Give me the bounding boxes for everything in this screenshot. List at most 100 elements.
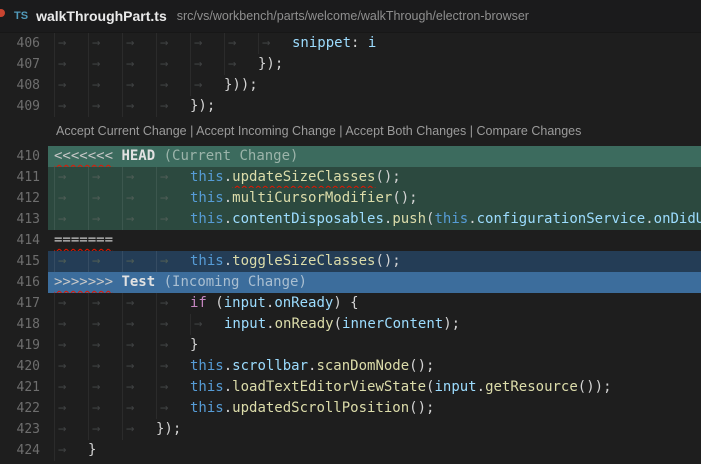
tab-whitespace-icon: → — [156, 54, 190, 75]
code-token: updatedScrollPosition — [232, 400, 410, 416]
tab-whitespace-icon: → — [122, 335, 156, 356]
tab-whitespace-icon: → — [54, 251, 88, 272]
code-line[interactable]: 410 <<<<<<< HEAD (Current Change) — [0, 146, 701, 167]
code-line-content[interactable]: → → → → → → → snippet: i — [48, 33, 701, 54]
code-line-content[interactable]: → → → → this. updateSizeClasses (); — [48, 167, 701, 188]
vscode-editor-window: TS walkThroughPart.ts src/vs/workbench/p… — [0, 0, 701, 464]
code-token: . — [476, 379, 486, 395]
editor-title-bar: TS walkThroughPart.ts src/vs/workbench/p… — [0, 0, 701, 33]
codelens-link-accept-both-changes[interactable]: Accept Both Changes — [345, 124, 466, 138]
code-line-content[interactable]: → → → → this. updatedScrollPosition (); — [48, 398, 701, 419]
tab-whitespace-icon: → — [156, 377, 190, 398]
code-line-content[interactable]: → → →}); — [48, 419, 701, 440]
tab-whitespace-icon: → — [258, 33, 292, 54]
code-token: Test — [121, 274, 156, 290]
tab-whitespace-icon: → — [54, 209, 88, 230]
code-token: this — [190, 358, 224, 374]
line-number: 412 — [16, 191, 40, 206]
code-line[interactable]: 421 → → → → this. loadTextEditorViewState(inpu… — [0, 377, 701, 398]
tab-whitespace-icon: → — [88, 75, 122, 96]
code-token: contentDisposables — [232, 211, 384, 227]
code-line-content[interactable]: → → → → this. multiCursorModifier (); — [48, 188, 701, 209]
code-line-content[interactable]: >>>>>>> Test (Incoming Change) — [48, 272, 701, 293]
code-line[interactable]: 415 → → → → this. toggleSizeClasses (); — [0, 251, 701, 272]
code-line[interactable]: 407 → → → → → →}); — [0, 54, 701, 75]
tab-whitespace-icon: → — [224, 33, 258, 54]
tab-whitespace-icon: → — [88, 188, 122, 209]
tab-whitespace-icon: → — [88, 335, 122, 356]
code-line-content[interactable]: →} — [48, 440, 701, 461]
file-path-breadcrumb: src/vs/workbench/parts/welcome/walkThrou… — [176, 9, 529, 23]
code-line[interactable]: 417 → → → → if (input. onReady) { — [0, 293, 701, 314]
codelens-link-accept-current-change[interactable]: Accept Current Change — [56, 124, 187, 138]
code-line-content[interactable]: → → → → →})); — [48, 75, 701, 96]
line-number: 414 — [16, 233, 40, 248]
code-line[interactable]: 408 → → → → →})); — [0, 75, 701, 96]
code-line[interactable]: 424 →} — [0, 440, 701, 461]
code-editor[interactable]: 406 → → → → → → → snippet: i 407 → → → → → →}); 408 → → → → →… — [0, 33, 701, 464]
file-name: walkThroughPart.ts — [36, 8, 167, 24]
typescript-file-icon: TS — [14, 10, 29, 22]
code-line-content[interactable]: → → → → this. scrollbar. scanDomNode (); — [48, 356, 701, 377]
tab-whitespace-icon: → — [190, 75, 224, 96]
code-token: . — [308, 358, 317, 374]
code-line-content[interactable]: → → → → if (input. onReady) { — [48, 293, 701, 314]
tab-whitespace-icon: → — [88, 209, 122, 230]
code-token: snippet — [292, 35, 352, 51]
code-line[interactable]: 419 → → → →} — [0, 335, 701, 356]
tab-whitespace-icon: → — [54, 167, 88, 188]
tab-whitespace-icon: → — [122, 167, 156, 188]
code-line-content[interactable]: → → → →}); — [48, 96, 701, 117]
code-line-content[interactable]: → → → → this. toggleSizeClasses (); — [48, 251, 701, 272]
code-token: . — [223, 358, 233, 374]
code-token: }); — [156, 421, 182, 437]
code-line[interactable]: 413 → → → → this. contentDisposables. push(this… — [0, 209, 701, 230]
tab-whitespace-icon: → — [54, 314, 88, 335]
codelens-link-compare-changes[interactable]: Compare Changes — [476, 124, 581, 138]
tab-whitespace-icon: → — [88, 419, 122, 440]
code-line-content[interactable]: → → → → → input. onReady(innerContent); — [48, 314, 701, 335]
tab-whitespace-icon: → — [156, 188, 190, 209]
code-token: configurationService — [476, 211, 646, 227]
code-line[interactable]: 412 → → → → this. multiCursorModifier (); — [0, 188, 701, 209]
code-line-content[interactable]: → → → → → →}); — [48, 54, 701, 75]
code-token: . — [468, 211, 477, 227]
code-token: . — [223, 379, 233, 395]
code-token: toggleSizeClasses — [232, 253, 376, 269]
code-line-content[interactable]: <<<<<<< HEAD (Current Change) — [48, 146, 701, 167]
tab-whitespace-icon: → — [122, 377, 156, 398]
code-line[interactable]: 420 → → → → this. scrollbar. scanDomNode (); — [0, 356, 701, 377]
code-token: }); — [190, 98, 216, 114]
tab-whitespace-icon: → — [122, 209, 156, 230]
code-line[interactable]: 422 → → → → this. updatedScrollPosition (); — [0, 398, 701, 419]
code-line[interactable]: 409 → → → →}); — [0, 96, 701, 117]
code-token: ( — [206, 295, 224, 311]
code-token: i — [367, 35, 377, 51]
code-line[interactable]: 406 → → → → → → → snippet: i — [0, 33, 701, 54]
line-number: 417 — [16, 296, 40, 311]
tab-whitespace-icon: → — [224, 54, 258, 75]
code-line-content[interactable]: → → → → this. contentDisposables. push(this. co… — [48, 209, 701, 230]
code-line[interactable]: 418 → → → → → input. onReady(innerContent); — [0, 314, 701, 335]
code-line[interactable]: 416 >>>>>>> Test (Incoming Change) — [0, 272, 701, 293]
tab-whitespace-icon: → — [156, 293, 190, 314]
line-number: 411 — [16, 170, 40, 185]
code-token: multiCursorModifier — [232, 190, 393, 206]
code-token: this — [190, 169, 224, 185]
code-line[interactable]: 414 ======= — [0, 230, 701, 251]
line-number: 418 — [16, 317, 40, 332]
code-line[interactable]: 411 → → → → this. updateSizeClasses (); — [0, 167, 701, 188]
code-line[interactable]: 423 → → →}); — [0, 419, 701, 440]
code-token: . — [265, 295, 275, 311]
code-token: ); — [443, 316, 461, 332]
line-number: 415 — [16, 254, 40, 269]
tab-whitespace-icon: → — [54, 75, 88, 96]
tab-whitespace-icon: → — [54, 293, 88, 314]
code-line-content[interactable]: → → → →} — [48, 335, 701, 356]
code-line-content[interactable]: ======= — [48, 230, 701, 251]
line-number: 422 — [16, 401, 40, 416]
code-line-content[interactable]: → → → → this. loadTextEditorViewState(input. g… — [48, 377, 701, 398]
codelens-link-accept-incoming-change[interactable]: Accept Incoming Change — [196, 124, 336, 138]
